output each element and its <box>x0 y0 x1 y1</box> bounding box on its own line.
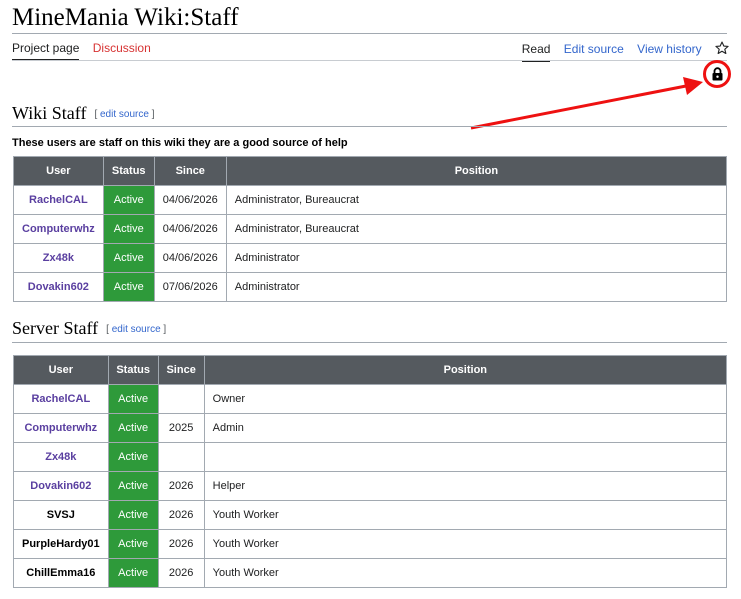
since-cell: 2026 <box>157 471 205 501</box>
since-cell: 04/06/2026 <box>153 243 227 273</box>
namespace-tabs: Project page Discussion <box>12 41 161 61</box>
col-header-since: Since <box>157 355 205 385</box>
user-cell[interactable]: Zx48k <box>13 442 109 472</box>
table-row: Computerwhz Active 2025 Admin <box>13 413 728 443</box>
lock-icon <box>712 67 723 81</box>
col-header-since: Since <box>153 156 227 186</box>
status-badge: Active <box>107 413 159 443</box>
status-badge: Active <box>102 214 155 244</box>
wiki-staff-intro: These users are staff on this wiki they … <box>12 137 348 149</box>
status-badge: Active <box>102 185 155 215</box>
status-badge: Active <box>107 529 159 559</box>
table-row: Dovakin602 Active 2026 Helper <box>13 471 728 501</box>
status-badge: Active <box>107 500 159 530</box>
wiki-staff-table: User Status Since Position RachelCAL Acti… <box>13 156 728 302</box>
status-badge: Active <box>102 243 155 273</box>
table-row: Dovakin602 Active 07/06/2026 Administrator <box>13 272 728 302</box>
table-row: Zx48k Active <box>13 442 728 472</box>
page-title: MineMania Wiki:Staff <box>12 4 239 31</box>
user-cell: ChillEmma16 <box>13 558 109 588</box>
user-cell[interactable]: Dovakin602 <box>13 272 104 302</box>
status-badge: Active <box>107 384 159 414</box>
user-cell[interactable]: Zx48k <box>13 243 104 273</box>
tab-project-page[interactable]: Project page <box>12 41 80 61</box>
position-cell: Youth Worker <box>203 529 728 559</box>
position-cell: Owner <box>203 384 728 414</box>
tab-discussion[interactable]: Discussion <box>93 41 151 59</box>
server-staff-heading-text: Server Staff <box>12 318 99 338</box>
tabs-divider <box>12 60 727 61</box>
server-staff-edit-source-link[interactable]: edit source <box>112 324 161 335</box>
table-row: RachelCAL Active Owner <box>13 384 728 414</box>
col-header-position: Position <box>203 355 728 385</box>
table-row: Computerwhz Active 04/06/2026 Administrator… <box>13 214 728 244</box>
user-cell: PurpleHardy01 <box>13 529 109 559</box>
position-cell: Administrator, Bureaucrat <box>225 185 728 215</box>
tab-view-history[interactable]: View history <box>637 42 701 60</box>
since-cell: 04/06/2026 <box>153 214 227 244</box>
col-header-user: User <box>13 355 109 385</box>
title-divider <box>12 33 727 34</box>
status-badge: Active <box>107 471 159 501</box>
wiki-staff-heading-text: Wiki Staff <box>12 103 87 123</box>
star-icon[interactable] <box>715 41 729 55</box>
col-header-status: Status <box>102 156 155 186</box>
table-row: Zx48k Active 04/06/2026 Administrator <box>13 243 728 273</box>
server-staff-edit: [ edit source ] <box>106 324 167 335</box>
server-staff-divider <box>12 342 727 343</box>
server-staff-table: User Status Since Position RachelCAL Acti… <box>13 355 728 588</box>
user-cell[interactable]: RachelCAL <box>13 185 104 215</box>
status-badge: Active <box>102 272 155 302</box>
user-cell[interactable]: Computerwhz <box>13 214 104 244</box>
protection-indicator[interactable] <box>703 60 733 90</box>
tab-read[interactable]: Read <box>521 42 551 62</box>
since-cell <box>157 442 205 472</box>
user-cell[interactable]: Computerwhz <box>13 413 109 443</box>
table-row: PurpleHardy01 Active 2026 Youth Worker <box>13 529 728 559</box>
wiki-staff-edit-source-link[interactable]: edit source <box>100 109 149 120</box>
position-cell <box>203 442 728 472</box>
position-cell: Youth Worker <box>203 558 728 588</box>
since-cell: 2026 <box>157 558 205 588</box>
col-header-position: Position <box>225 156 728 186</box>
position-cell: Administrator <box>225 272 728 302</box>
since-cell: 04/06/2026 <box>153 185 227 215</box>
since-cell: 2026 <box>157 500 205 530</box>
position-cell: Administrator, Bureaucrat <box>225 214 728 244</box>
col-header-status: Status <box>107 355 159 385</box>
position-cell: Youth Worker <box>203 500 728 530</box>
wiki-staff-divider <box>12 126 727 127</box>
since-cell: 07/06/2026 <box>153 272 227 302</box>
wiki-staff-heading: Wiki Staff [ edit source ] <box>12 103 154 124</box>
since-cell: 2025 <box>157 413 205 443</box>
status-badge: Active <box>107 442 159 472</box>
user-cell[interactable]: Dovakin602 <box>13 471 109 501</box>
user-cell[interactable]: RachelCAL <box>13 384 109 414</box>
since-cell <box>157 384 205 414</box>
position-cell: Admin <box>203 413 728 443</box>
table-row: SVSJ Active 2026 Youth Worker <box>13 500 728 530</box>
wiki-staff-edit: [ edit source ] <box>94 109 155 120</box>
view-tabs: Read Edit source View history <box>512 41 729 62</box>
position-cell: Administrator <box>225 243 728 273</box>
user-cell: SVSJ <box>13 500 109 530</box>
position-cell: Helper <box>203 471 728 501</box>
col-header-user: User <box>13 156 104 186</box>
table-row: RachelCAL Active 04/06/2026 Administrator, … <box>13 185 728 215</box>
tab-edit-source[interactable]: Edit source <box>564 42 624 60</box>
table-row: ChillEmma16 Active 2026 Youth Worker <box>13 558 728 588</box>
status-badge: Active <box>107 558 159 588</box>
server-staff-heading: Server Staff [ edit source ] <box>12 318 166 339</box>
since-cell: 2026 <box>157 529 205 559</box>
